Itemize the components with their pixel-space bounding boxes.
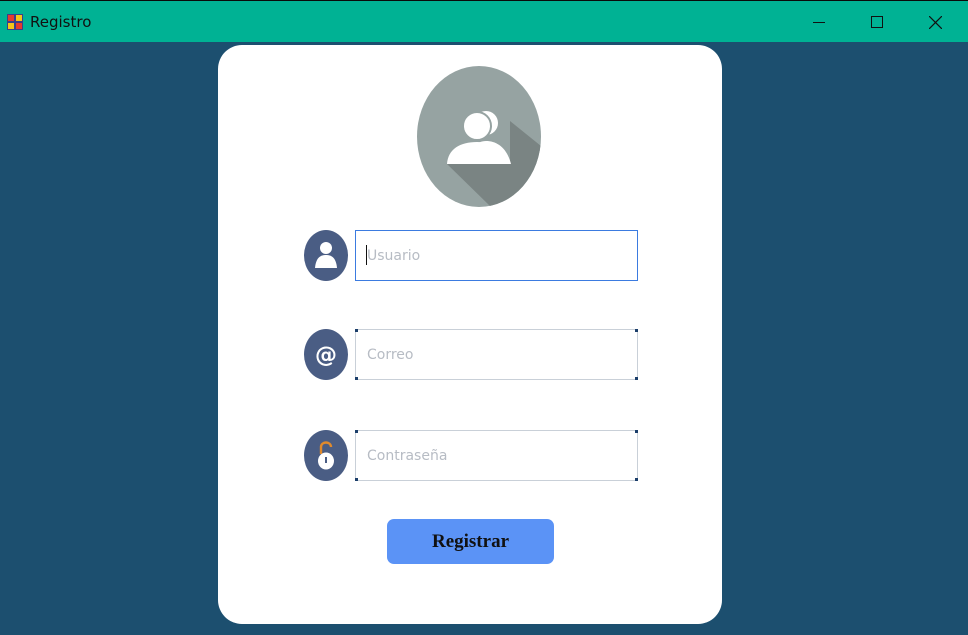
maximize-button[interactable]: [848, 1, 906, 43]
minimize-button[interactable]: [790, 1, 848, 43]
input-corner: [355, 478, 358, 481]
input-corner: [635, 430, 638, 433]
svg-text:@: @: [315, 343, 337, 368]
password-input[interactable]: [355, 430, 638, 481]
minimize-icon: [813, 22, 825, 23]
window-titlebar[interactable]: Registro: [0, 0, 968, 42]
users-group-icon: [417, 66, 541, 207]
text-caret: [366, 245, 367, 265]
input-corner: [635, 377, 638, 380]
padlock-icon: [304, 430, 348, 481]
username-input[interactable]: [355, 230, 638, 281]
email-input[interactable]: [355, 329, 638, 380]
input-corner: [635, 329, 638, 332]
window-title: Registro: [30, 13, 92, 31]
close-icon: [928, 15, 942, 29]
at-sign-icon: @: [304, 329, 348, 380]
close-button[interactable]: [906, 1, 964, 43]
user-icon: [304, 230, 348, 281]
input-corner: [355, 329, 358, 332]
app-icon: [7, 14, 23, 30]
input-corner: [635, 478, 638, 481]
register-button[interactable]: Registrar: [387, 519, 554, 564]
maximize-icon: [871, 16, 883, 28]
input-corner: [355, 377, 358, 380]
input-corner: [355, 430, 358, 433]
